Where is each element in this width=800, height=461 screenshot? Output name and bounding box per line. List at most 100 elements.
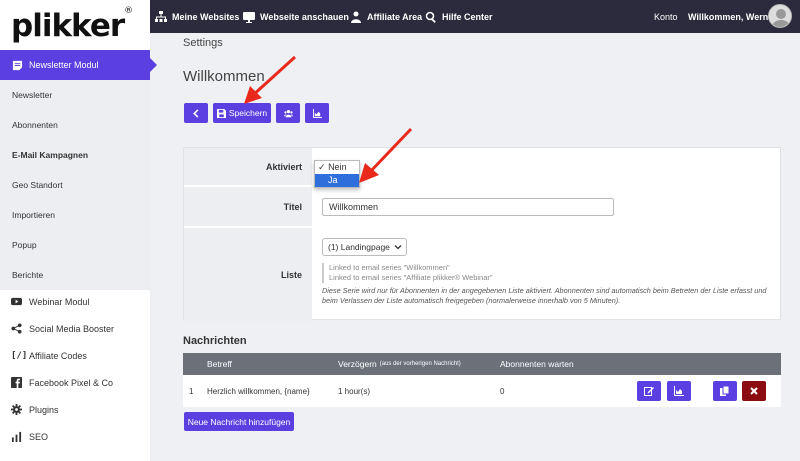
breadcrumb: Settings [183, 37, 223, 49]
nav-view-website[interactable]: Webseite anschauen [243, 0, 349, 33]
linked-series-item: Linked to email series "Willkommen" [329, 263, 450, 272]
nav-my-websites[interactable]: Meine Websites [155, 0, 239, 33]
edit-icon [644, 387, 654, 396]
chevron-left-icon [192, 108, 198, 118]
area-chart-icon [312, 108, 322, 118]
sidebar-item-label: E-Mail Kampagnen [12, 150, 89, 160]
subscribers-button[interactable] [276, 103, 300, 123]
activated-label: Aktiviert [184, 148, 312, 187]
sidebar-sub-subscribers[interactable]: Abonnenten [0, 110, 150, 140]
sidebar-sub-import[interactable]: Importieren [0, 200, 150, 230]
header-subject: Betreff [207, 359, 232, 369]
sidebar-sub-email-campaigns[interactable]: E-Mail Kampagnen [0, 140, 150, 170]
checkmark-icon: ✓ [318, 162, 326, 172]
code-icon: [/] [11, 350, 28, 361]
facebook-icon [11, 377, 22, 388]
welcome-label: Willkommen, Werner [688, 11, 777, 22]
sidebar-item-affiliate-codes[interactable]: [/] Affiliate Codes [0, 342, 150, 369]
sidebar-item-label: Plugins [29, 404, 59, 415]
save-label: Speichern [228, 108, 268, 118]
avatar[interactable] [768, 4, 792, 28]
logo-text: plikker [11, 8, 125, 44]
users-icon [351, 11, 361, 23]
monitor-icon [243, 11, 255, 23]
option-label: Nein [328, 162, 347, 172]
sidebar-item-facebook-pixel[interactable]: Facebook Pixel & Co [0, 369, 150, 396]
list-selected-value: (1) Landingpage [328, 242, 390, 252]
sidebar-sub-newsletter[interactable]: Newsletter [0, 80, 150, 110]
nav-help-center[interactable]: Hilfe Center [425, 0, 493, 33]
copy-icon [720, 386, 730, 396]
sidebar-item-label: Newsletter Modul [29, 60, 99, 70]
sidebar-item-label: Importieren [12, 210, 55, 220]
sidebar-item-label: Affiliate Codes [29, 350, 87, 361]
newsletter-icon [12, 60, 23, 70]
add-message-button[interactable]: Neue Nachricht hinzufügen [184, 412, 294, 431]
nav-welcome-user[interactable]: Willkommen, Werner [688, 0, 777, 33]
bar-chart-icon [11, 431, 22, 442]
linked-series: Linked to email series "Willkommen" Link… [322, 263, 493, 283]
area-chart-icon [674, 386, 684, 396]
sidebar-sub-reports[interactable]: Berichte [0, 260, 150, 290]
sidebar-item-label: Popup [12, 240, 37, 250]
info-text: Diese Serie wird nur für Abonnenten in d… [322, 286, 767, 305]
label-text: Titel [283, 201, 302, 212]
sidebar-item-webinar[interactable]: Webinar Modul [0, 288, 150, 315]
messages-title: Nachrichten [183, 335, 247, 347]
gear-icon [11, 404, 22, 415]
sidebar-item-label: Geo Standort [12, 180, 63, 190]
floppy-disk-icon [216, 108, 226, 118]
row-delay: 1 hour(s) [338, 386, 371, 396]
sidebar-item-newsletter-module[interactable]: Newsletter Modul [0, 50, 157, 80]
title-label: Titel [184, 187, 312, 228]
label-text: Aktiviert [265, 161, 302, 172]
sidebar-sub-geo-location[interactable]: Geo Standort [0, 170, 150, 200]
users-icon [283, 109, 293, 117]
logo-area: plikker® [0, 0, 150, 50]
header-waiting: Abonnenten warten [500, 359, 574, 369]
nav-affiliate-area[interactable]: Affiliate Area [350, 0, 422, 33]
title-input[interactable] [322, 198, 614, 216]
save-button[interactable]: Speichern [213, 103, 271, 123]
label-text: Liste [280, 269, 302, 280]
search-icon [425, 11, 436, 23]
row-subject: Herzlich willkommen, {name} [207, 386, 310, 396]
close-icon [750, 387, 758, 395]
page-title: Willkommen [183, 68, 265, 85]
stats-button[interactable] [305, 103, 329, 123]
nav-label: Konto [654, 11, 678, 22]
sitemap-icon [155, 10, 167, 22]
sidebar-item-social-media[interactable]: Social Media Booster [0, 315, 150, 342]
nav-account[interactable]: Konto [654, 0, 678, 33]
sidebar-item-seo[interactable]: SEO [0, 423, 150, 450]
copy-button[interactable] [713, 381, 737, 401]
list-select[interactable]: (1) Landingpage [322, 238, 407, 256]
logo[interactable]: plikker® [11, 5, 133, 44]
list-label: Liste [184, 228, 312, 321]
sidebar-item-label: Webinar Modul [29, 296, 90, 307]
delete-button[interactable] [742, 381, 766, 401]
nav-label: Webseite anschauen [260, 11, 349, 22]
option-no[interactable]: ✓ Nein [315, 161, 359, 174]
share-icon [11, 323, 22, 334]
sidebar-item-plugins[interactable]: Plugins [0, 396, 150, 423]
sidebar-item-label: Berichte [12, 270, 44, 280]
video-play-icon [11, 297, 22, 306]
option-yes[interactable]: Ja [315, 174, 359, 187]
sidebar-item-label: Facebook Pixel & Co [29, 377, 114, 388]
chevron-down-icon [394, 245, 402, 250]
row-number: 1 [189, 386, 194, 396]
back-button[interactable] [184, 103, 208, 123]
sidebar-item-label: Social Media Booster [29, 323, 115, 334]
sidebar: Newsletter Modul Newsletter Abonnenten E… [0, 50, 157, 461]
header-delay-label: Verzögern [338, 359, 377, 369]
registered-mark: ® [124, 5, 133, 16]
edit-button[interactable] [637, 381, 661, 401]
stats-button[interactable] [667, 381, 691, 401]
activated-dropdown[interactable]: ✓ Nein Ja [314, 160, 360, 188]
linked-series-item: Linked to email series "Affiliate plikke… [329, 273, 493, 282]
row-waiting: 0 [500, 386, 505, 396]
header-delay-note: (aus der vorherigen Nachricht) [379, 361, 461, 367]
header-delay: Verzögern (aus der vorherigen Nachricht) [338, 353, 461, 375]
sidebar-sub-popup[interactable]: Popup [0, 230, 150, 260]
